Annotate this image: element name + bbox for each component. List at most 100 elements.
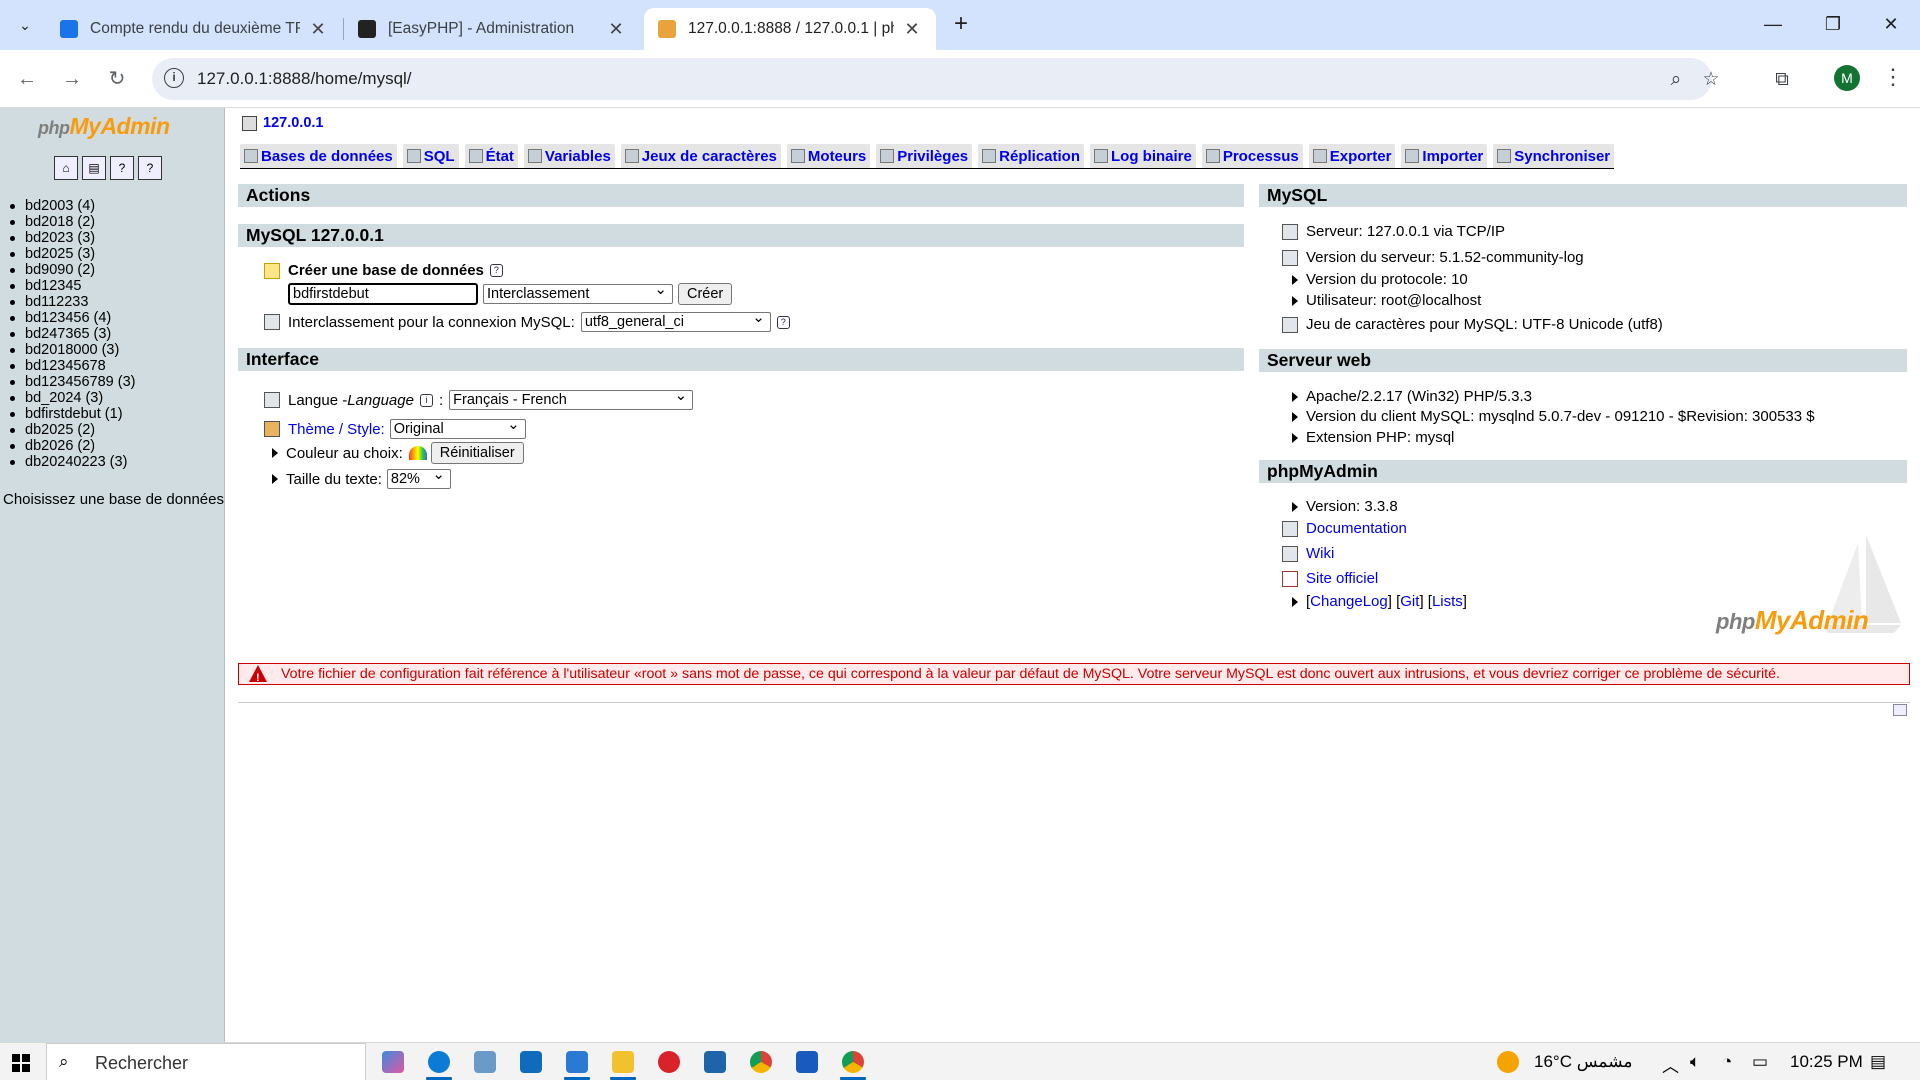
database-list-item[interactable]: db2026 (2) (10, 438, 135, 454)
taskbar-search[interactable]: ⌕ Rechercher (46, 1043, 366, 1080)
easyphp-icon[interactable] (658, 1051, 680, 1073)
chrome-profile-icon[interactable] (842, 1051, 864, 1073)
server-tab[interactable]: Importer (1401, 144, 1488, 168)
tab-easyphp[interactable]: [EasyPHP] - Administration ✕ (344, 8, 640, 50)
database-list-item[interactable]: bd12345678 (10, 358, 135, 374)
server-tab[interactable]: Log binaire (1090, 144, 1196, 168)
notifications-icon[interactable]: ▤ (1870, 1052, 1886, 1072)
vscode-icon[interactable] (566, 1051, 588, 1073)
database-list-item[interactable]: bd2003 (4) (10, 198, 135, 214)
database-list-item[interactable]: bd123456789 (3) (10, 374, 135, 390)
store-icon[interactable] (704, 1051, 726, 1073)
server-tab[interactable]: Exporter (1308, 144, 1396, 168)
bookmark-star-icon[interactable]: ☆ (1699, 68, 1723, 92)
database-list-item[interactable]: bd112233 (10, 294, 135, 310)
weather-text[interactable]: 16°C مشمس (1534, 1052, 1633, 1072)
close-tab-icon[interactable]: ✕ (308, 19, 328, 40)
close-tab-icon[interactable]: ✕ (606, 19, 626, 40)
browser-menu-icon[interactable]: ⋮ (1882, 63, 1904, 93)
database-list-item[interactable]: db2025 (2) (10, 422, 135, 438)
database-list-item[interactable]: bd2018 (2) (10, 214, 135, 230)
reset-color-button[interactable]: Réinitialiser (430, 442, 524, 464)
documentation-link[interactable]: Documentation (1306, 520, 1407, 537)
weather-sun-icon[interactable] (1497, 1051, 1519, 1073)
tab-compte-rendu[interactable]: Compte rendu du deuxième TP ✕ (46, 8, 342, 50)
address-bar[interactable]: i 127.0.0.1:8888/home/mysql/ ⌕ ☆ (152, 58, 1720, 100)
documentation-icon[interactable]: ? (110, 156, 134, 180)
text-size-row[interactable]: Taille du texte: 82% (272, 466, 451, 489)
collation-select[interactable]: Interclassement (483, 281, 673, 304)
windows-start-icon[interactable] (12, 1054, 30, 1072)
phpmyadmin-logo[interactable]: phpMyAdmin (38, 113, 170, 140)
battery-icon[interactable]: ▭ (1752, 1052, 1768, 1072)
database-list-item[interactable]: bd12345 (10, 278, 135, 294)
database-list-item[interactable]: bd_2024 (3) (10, 390, 135, 406)
wifi-icon[interactable]: ◔ (1722, 1052, 1732, 1072)
database-list-item[interactable]: bd2025 (3) (10, 246, 135, 262)
clock-text[interactable]: 10:25 PM (1790, 1052, 1863, 1072)
wiki-link[interactable]: Wiki (1306, 545, 1334, 562)
database-list-item[interactable]: bdfirstdebut (1) (10, 406, 135, 422)
database-list-item[interactable]: bd123456 (4) (10, 310, 135, 326)
language-select[interactable]: Français - French (449, 387, 694, 410)
close-window-icon[interactable]: ✕ (1868, 8, 1914, 40)
minimize-icon[interactable]: — (1750, 8, 1796, 40)
conn-collation-select[interactable]: utf8_general_ci (580, 309, 771, 332)
edge-icon[interactable] (428, 1051, 450, 1073)
profile-avatar[interactable]: M (1834, 65, 1860, 91)
database-list-item[interactable]: bd2018000 (3) (10, 342, 135, 358)
database-list-item[interactable]: bd9090 (2) (10, 262, 135, 278)
create-db-button[interactable]: Créer (678, 283, 733, 305)
database-list-item[interactable]: db20240223 (3) (10, 454, 135, 470)
site-info-icon[interactable]: i (164, 68, 184, 88)
restore-icon[interactable]: ❐ (1810, 8, 1856, 40)
volume-icon[interactable]: 🔈︎ (1690, 1052, 1700, 1072)
tab-phpmyadmin[interactable]: 127.0.0.1:8888 / 127.0.0.1 | phpMyAdmin … (644, 8, 936, 50)
server-tab[interactable]: Processus (1201, 144, 1303, 168)
server-tab[interactable]: SQL (402, 144, 459, 168)
server-tab[interactable]: Jeux de caractères (620, 144, 781, 168)
forward-icon[interactable]: → (57, 64, 87, 94)
extensions-icon[interactable]: ⧉ (1770, 68, 1794, 92)
new-db-name-input[interactable]: bdfirstdebut (288, 283, 478, 305)
server-tab[interactable]: État (464, 144, 518, 168)
help-icon[interactable]: ? (776, 315, 790, 329)
theme-select[interactable]: Original (389, 416, 526, 439)
server-tab[interactable]: Synchroniser (1493, 144, 1615, 168)
database-list-item[interactable]: bd247365 (3) (10, 326, 135, 342)
server-link[interactable]: 127.0.0.1 (263, 115, 323, 131)
word-icon[interactable] (796, 1051, 818, 1073)
phpmyadmin-logo-large[interactable]: phpMyAdmin (1716, 605, 1869, 636)
zoom-icon[interactable]: ⌕ (1664, 68, 1688, 92)
server-tab[interactable]: Moteurs (786, 144, 871, 168)
reload-icon[interactable]: ↻ (102, 64, 132, 94)
outlook-icon[interactable] (520, 1051, 542, 1073)
changelog-link[interactable]: ChangeLog (1310, 593, 1388, 610)
url-text[interactable]: 127.0.0.1:8888/home/mysql/ (197, 69, 412, 89)
chrome-icon[interactable] (750, 1051, 772, 1073)
official-site-link[interactable]: Site officiel (1306, 570, 1378, 587)
color-row[interactable]: Couleur au choix: Réinitialiser (272, 442, 524, 464)
back-icon[interactable]: ← (12, 64, 42, 94)
server-tab[interactable]: Réplication (978, 144, 1084, 168)
photos-icon[interactable] (474, 1051, 496, 1073)
copilot-icon[interactable] (382, 1051, 404, 1073)
help-icon[interactable]: ? (489, 264, 503, 277)
database-list-item[interactable]: bd2023 (3) (10, 230, 135, 246)
close-tab-icon[interactable]: ✕ (902, 19, 922, 40)
server-tab[interactable]: Variables (523, 144, 615, 168)
home-icon[interactable]: ⌂ (54, 156, 78, 180)
new-window-icon[interactable] (1893, 704, 1907, 716)
lists-link[interactable]: Lists (1432, 593, 1463, 610)
server-tab[interactable]: Privilèges (876, 144, 973, 168)
tab-search-chevron-icon[interactable]: ⌄ (12, 12, 38, 38)
mysql-doc-icon[interactable]: ? (138, 156, 162, 180)
text-size-select[interactable]: 82% (386, 466, 451, 489)
tray-chevron-icon[interactable]: ︿ (1662, 1052, 1679, 1077)
new-tab-button[interactable]: + (948, 12, 974, 38)
file-explorer-icon[interactable] (612, 1051, 634, 1073)
help-icon[interactable]: i (419, 393, 433, 407)
sql-query-icon[interactable]: ▤ (82, 156, 106, 180)
git-link[interactable]: Git (1400, 593, 1419, 610)
theme-link[interactable]: Thème / Style: (288, 421, 385, 438)
